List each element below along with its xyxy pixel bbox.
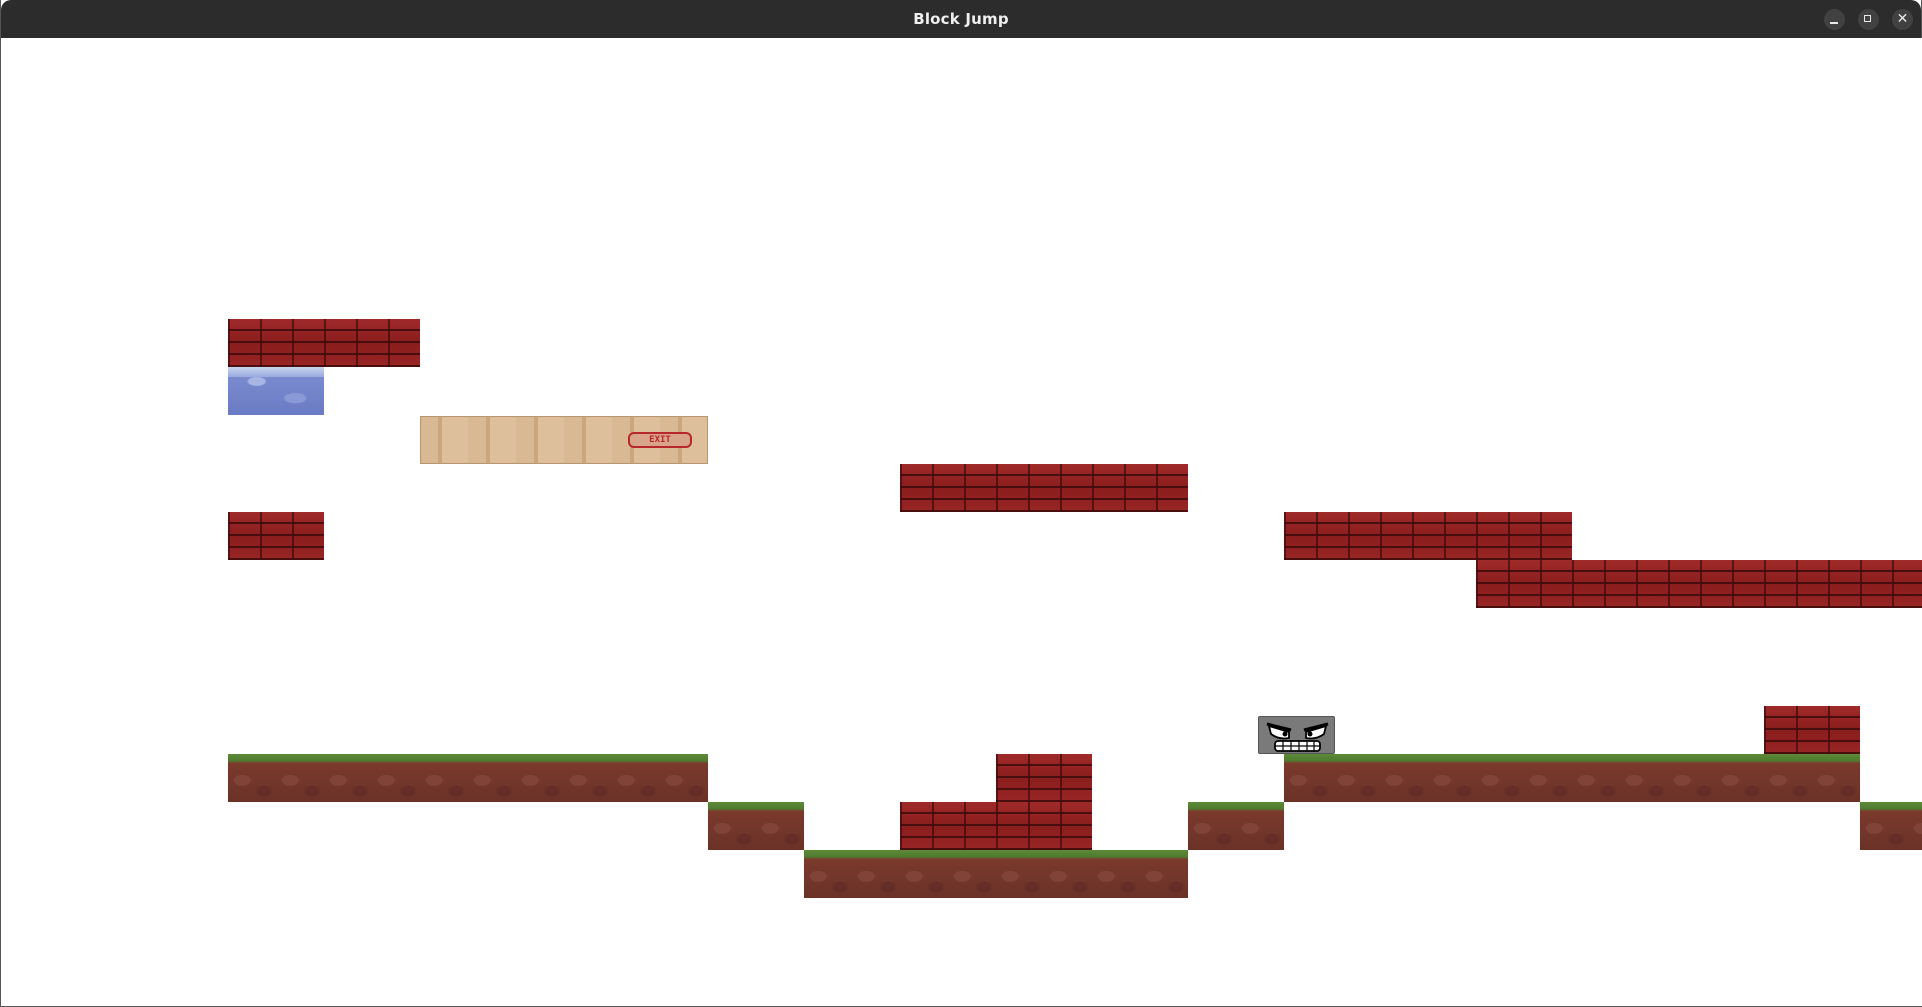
close-button[interactable]: ✕ bbox=[1892, 9, 1913, 30]
maximize-button[interactable] bbox=[1858, 9, 1879, 30]
minimize-icon bbox=[1830, 22, 1838, 24]
brick-block bbox=[228, 512, 324, 560]
grass-ground bbox=[1284, 754, 1860, 802]
brick-platform bbox=[228, 319, 420, 367]
close-icon: ✕ bbox=[1896, 11, 1909, 27]
game-canvas[interactable]: EXIT bbox=[2, 38, 1922, 1006]
angry-face-icon bbox=[1266, 722, 1329, 752]
player-character[interactable] bbox=[1258, 716, 1335, 754]
grass-ground bbox=[1860, 802, 1922, 850]
brick-platform bbox=[1284, 512, 1572, 560]
grass-ground bbox=[228, 754, 708, 802]
grass-ground bbox=[708, 802, 804, 850]
brick-platform bbox=[1476, 560, 1922, 608]
grass-ground bbox=[1188, 802, 1284, 850]
title-bar[interactable]: Block Jump ✕ bbox=[1, 0, 1921, 38]
game-window: Block Jump ✕ EXIT bbox=[0, 0, 1922, 1007]
minimize-button[interactable] bbox=[1824, 9, 1845, 30]
brick-block bbox=[1764, 706, 1860, 754]
exit-sign-label: EXIT bbox=[628, 432, 692, 448]
grass-ground bbox=[804, 850, 1188, 898]
brick-block bbox=[996, 754, 1092, 802]
brick-platform bbox=[900, 464, 1188, 512]
exit-sign-platform: EXIT bbox=[420, 416, 708, 464]
window-title: Block Jump bbox=[913, 10, 1009, 28]
water-tile bbox=[228, 367, 324, 415]
brick-block bbox=[900, 802, 1092, 850]
maximize-icon bbox=[1864, 15, 1871, 22]
